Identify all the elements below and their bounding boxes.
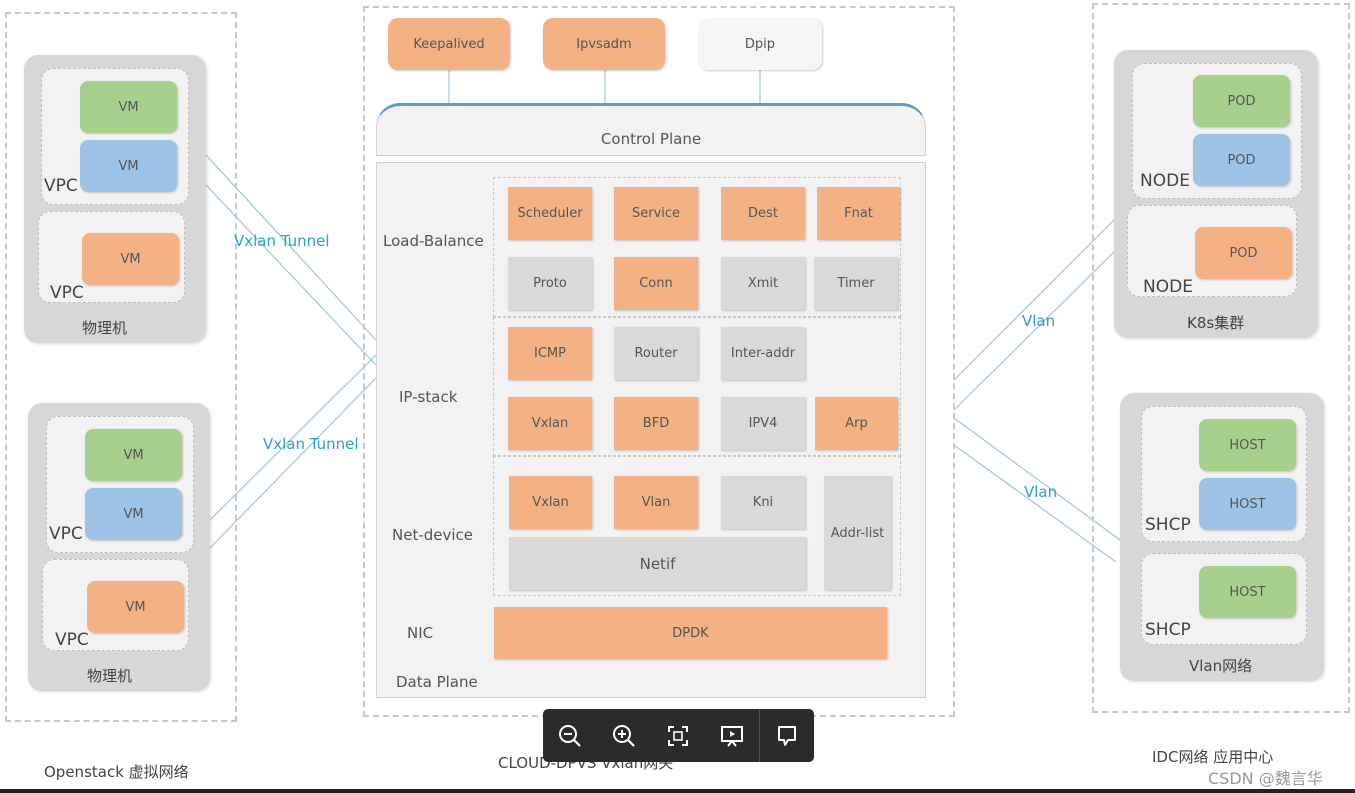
conn-box: Conn <box>614 257 698 310</box>
bfd-box: BFD <box>614 397 698 450</box>
data-plane-label: Data Plane <box>396 673 478 691</box>
timer-box: Timer <box>814 257 898 310</box>
vlan-network-label: Vlan网络 <box>1189 657 1253 675</box>
keepalived-box: Keepalived <box>388 18 510 70</box>
ipv4-box: IPV4 <box>721 397 805 450</box>
dpdk-box: DPDK <box>494 607 887 659</box>
arp-box: Arp <box>815 397 898 450</box>
present-button[interactable] <box>705 709 760 762</box>
present-icon <box>721 725 743 747</box>
net-device-label: Net-device <box>392 526 474 544</box>
pod-box: POD <box>1195 227 1292 279</box>
inter-addr-box: Inter-addr <box>721 327 805 380</box>
vm-box: VM <box>87 581 184 633</box>
openstack-caption: Openstack 虚拟网络 <box>44 763 189 781</box>
zoom-out-button[interactable] <box>543 710 597 762</box>
comment-button[interactable] <box>760 710 814 762</box>
tunnel-label: Vxlan Tunnel <box>234 232 330 250</box>
vm-box: VM <box>80 140 177 192</box>
host-label: 物理机 <box>87 667 133 685</box>
control-plane: Control Plane <box>376 103 926 156</box>
icmp-box: ICMP <box>508 327 592 380</box>
host-box: HOST <box>1199 566 1296 618</box>
ipvsadm-box: Ipvsadm <box>543 18 665 70</box>
fullscreen-icon <box>668 725 688 746</box>
vm-box: VM <box>85 429 182 481</box>
vpc-label: VPC <box>49 524 83 544</box>
load-balance-label: Load-Balance <box>383 232 484 250</box>
netif-box: Netif <box>509 537 806 590</box>
node-label: NODE <box>1143 277 1193 297</box>
dpip-box: Dpip <box>698 18 822 70</box>
scheduler-box: Scheduler <box>508 187 592 240</box>
vm-box: VM <box>82 233 179 285</box>
vxlan-box: Vxlan <box>508 397 592 450</box>
idc-caption: IDC网络 应用中心 <box>1152 748 1274 766</box>
addr-list-box: Addr-list <box>824 476 891 590</box>
zoom-in-button[interactable] <box>597 710 651 762</box>
comment-icon <box>778 725 796 746</box>
shcp-label: SHCP <box>1145 515 1191 535</box>
vpc-label: VPC <box>44 176 78 196</box>
fullscreen-button[interactable] <box>651 710 705 762</box>
vm-box: VM <box>85 488 182 540</box>
xmit-box: Xmit <box>721 257 805 310</box>
vlan-link-label: Vlan <box>1024 483 1058 501</box>
router-box: Router <box>614 327 698 380</box>
nic-label: NIC <box>407 624 434 642</box>
host-box: HOST <box>1199 478 1296 530</box>
bottom-border <box>0 789 1355 793</box>
vpc-label: VPC <box>55 630 89 650</box>
proto-box: Proto <box>508 257 592 310</box>
vlan-dev-box: Vlan <box>614 476 698 529</box>
pod-box: POD <box>1193 75 1290 127</box>
pod-box: POD <box>1193 134 1290 186</box>
vxlan-dev-box: Vxlan <box>509 476 592 529</box>
fnat-box: Fnat <box>817 187 900 240</box>
vm-box: VM <box>80 81 177 133</box>
ip-stack-label: IP-stack <box>399 388 458 406</box>
host-label: 物理机 <box>82 319 128 337</box>
shcp-label: SHCP <box>1145 620 1191 640</box>
zoom-out-icon <box>559 724 581 747</box>
tunnel-label: Vxlan Tunnel <box>263 435 359 453</box>
vlan-link-label: Vlan <box>1022 312 1056 330</box>
node-label: NODE <box>1140 171 1190 191</box>
kni-box: Kni <box>721 476 805 529</box>
service-box: Service <box>614 187 698 240</box>
dest-box: Dest <box>721 187 805 240</box>
zoom-in-icon <box>613 724 635 747</box>
k8s-label: K8s集群 <box>1187 314 1245 332</box>
vpc-label: VPC <box>50 283 84 303</box>
watermark: CSDN @魏言华 <box>1208 769 1323 788</box>
host-box: HOST <box>1199 419 1296 471</box>
viewer-toolbar <box>543 709 814 762</box>
